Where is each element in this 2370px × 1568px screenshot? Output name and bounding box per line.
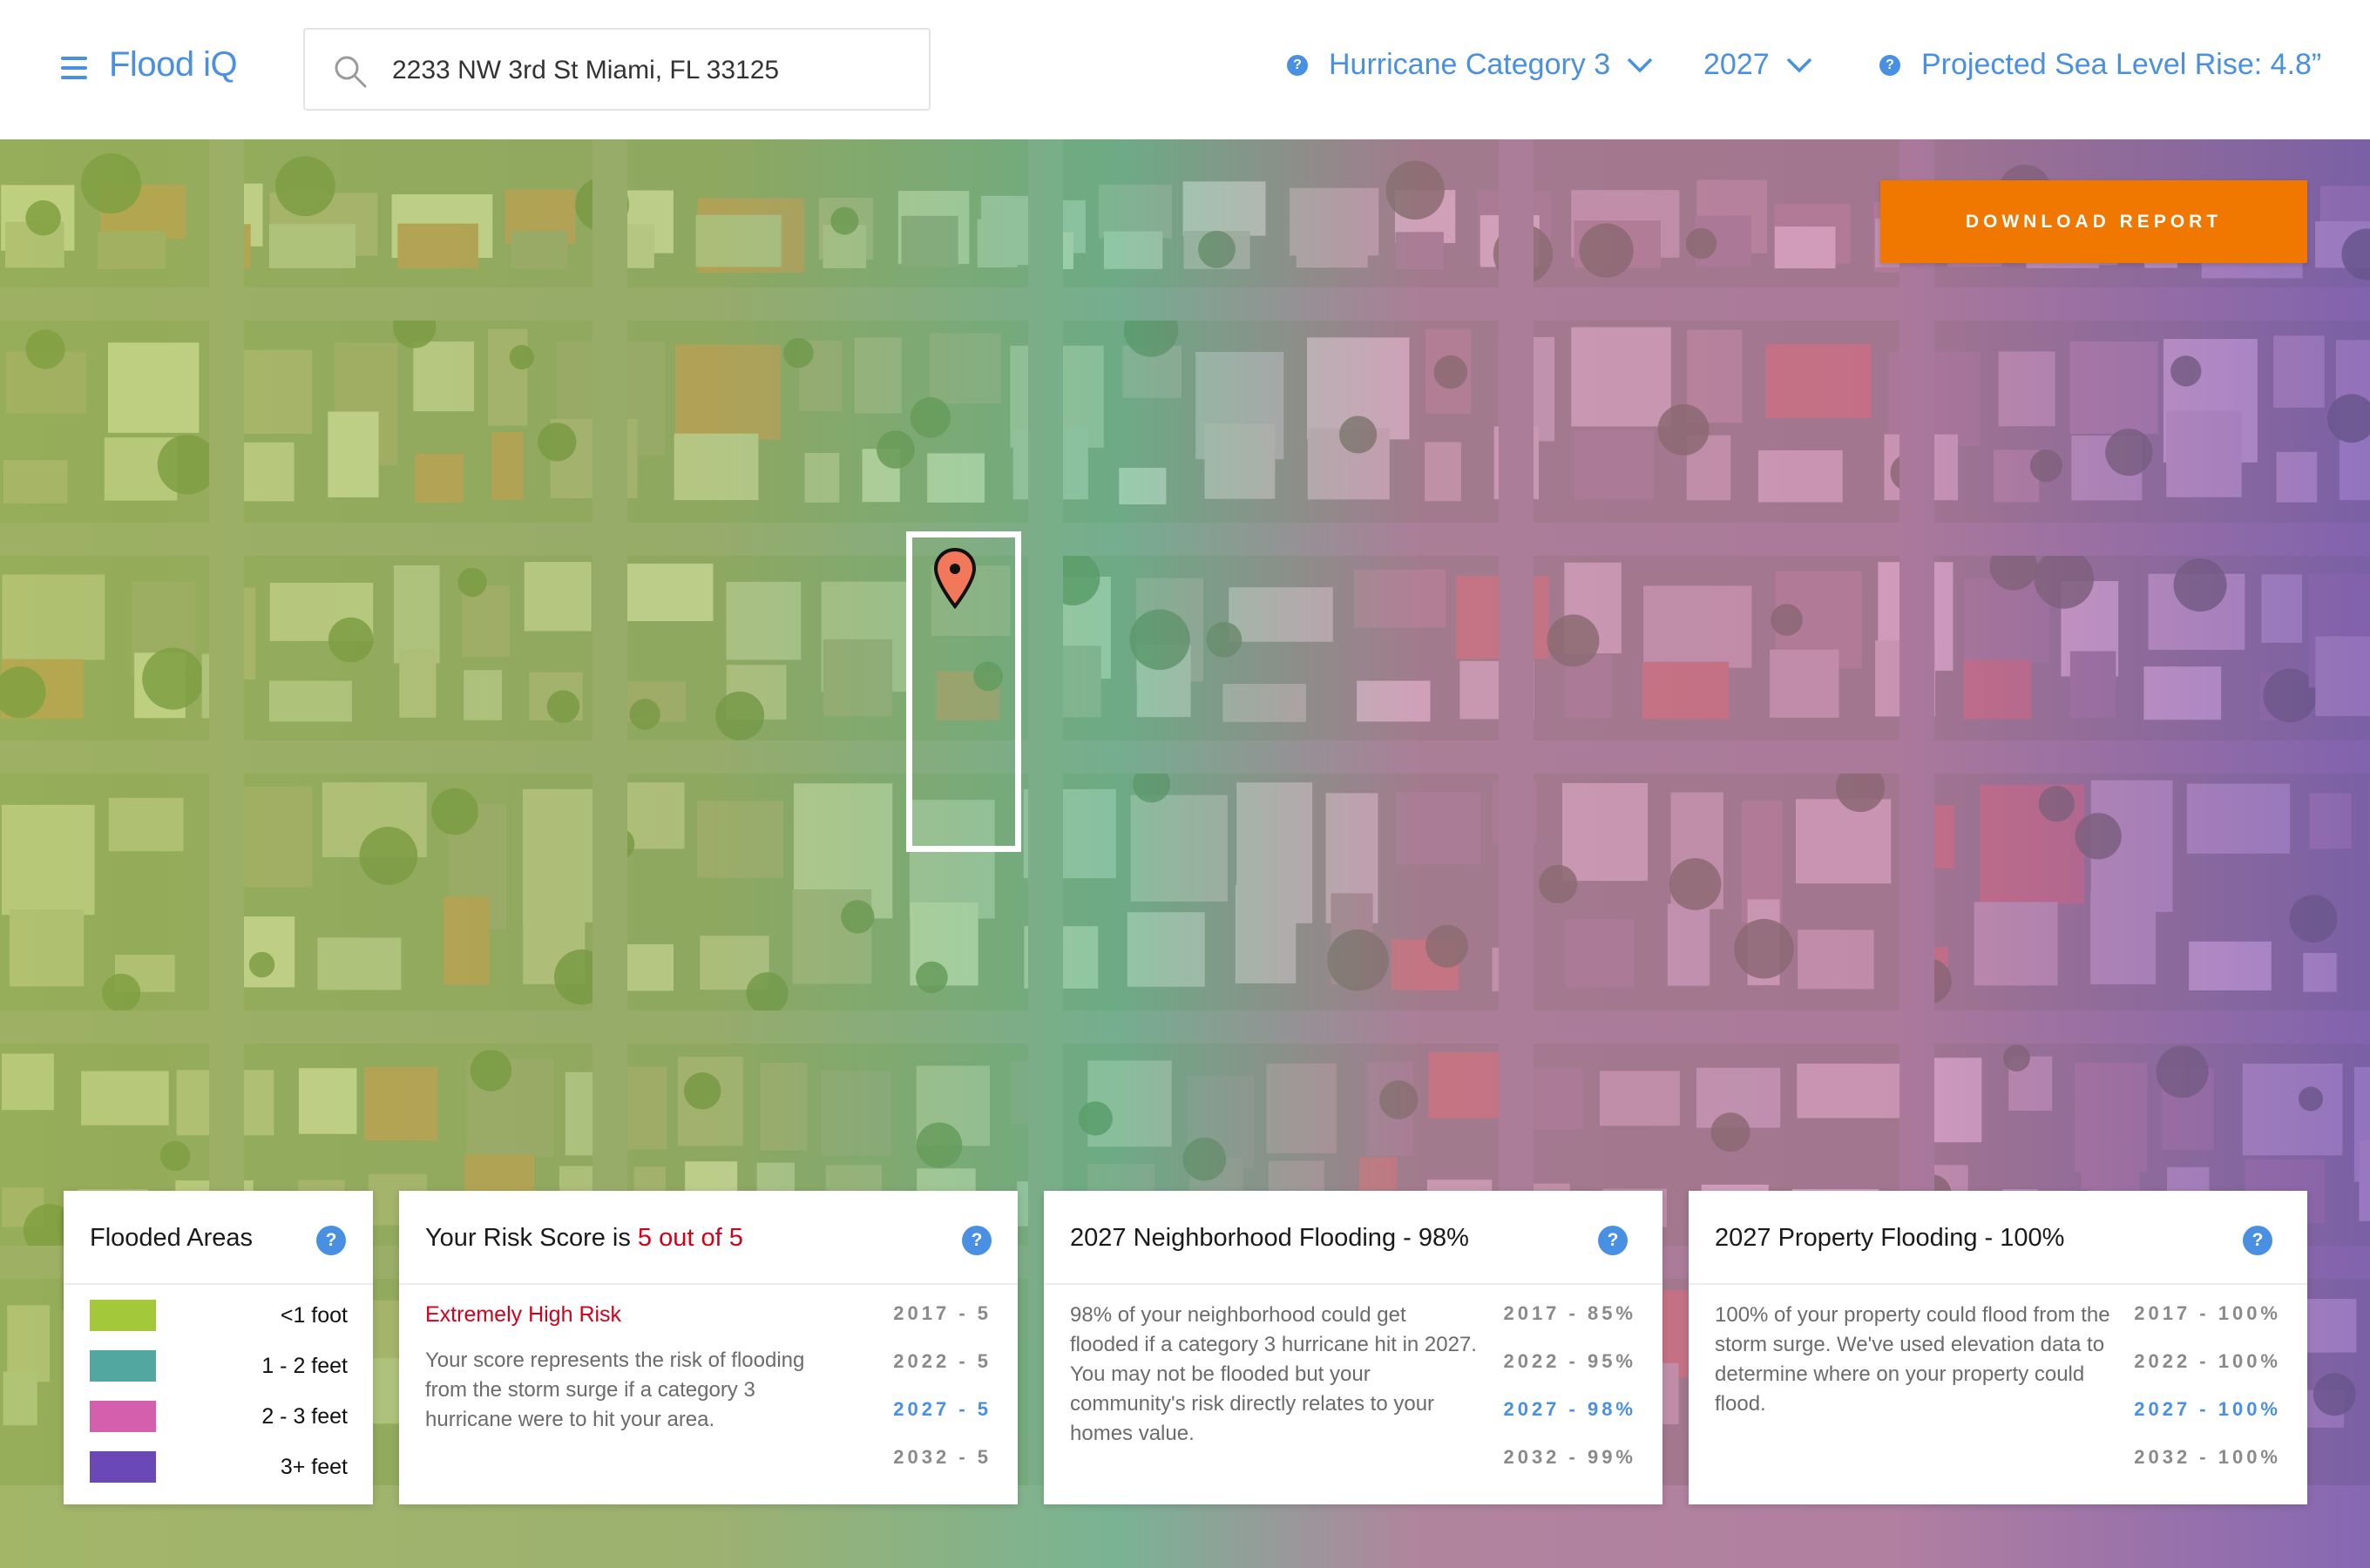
risk-year-list: 2017 - 5 2022 - 5 2027 - 5 2032 - 5 <box>893 1302 992 1494</box>
legend-item: <1 foot <box>90 1300 348 1331</box>
legend-item: 3+ feet <box>90 1451 348 1483</box>
address-search-box[interactable] <box>303 28 931 111</box>
help-icon[interactable]: ? <box>1598 1226 1628 1255</box>
legend-label: 2 - 3 feet <box>261 1404 348 1429</box>
year-score-row-active[interactable]: 2027 - 5 <box>893 1398 992 1446</box>
chevron-down-icon <box>1627 57 1653 72</box>
legend-label: 1 - 2 feet <box>261 1354 348 1378</box>
download-report-button[interactable]: DOWNLOAD REPORT <box>1880 180 2307 263</box>
top-navbar: Flood iQ ? Hurricane Category 3 2027 ? P… <box>0 0 2370 139</box>
help-icon[interactable]: ? <box>962 1226 992 1255</box>
neighborhood-title: 2027 Neighborhood Flooding - 98% <box>1070 1224 1469 1252</box>
legend-label: <1 foot <box>280 1303 348 1328</box>
property-header: 2027 Property Flooding - 100% ? <box>1689 1191 2307 1285</box>
help-icon[interactable]: ? <box>1879 54 1900 76</box>
hamburger-menu-icon[interactable] <box>61 57 87 79</box>
legend-swatch <box>90 1300 156 1331</box>
risk-score-value: 5 out of 5 <box>637 1224 743 1252</box>
legend-item: 1 - 2 feet <box>90 1350 348 1382</box>
location-pin-icon[interactable] <box>932 547 978 610</box>
sea-level-info: ? Projected Sea Level Rise: 4.8” <box>1879 48 2321 82</box>
legend-label: 3+ feet <box>280 1455 348 1479</box>
year-score-row[interactable]: 2032 - 99% <box>1503 1446 1636 1494</box>
property-flooding-card: 2027 Property Flooding - 100% ? 100% of … <box>1689 1191 2307 1504</box>
legend-header: Flooded Areas ? <box>64 1191 373 1285</box>
address-search-input[interactable] <box>392 47 897 94</box>
year-score-row[interactable]: 2032 - 5 <box>893 1446 992 1494</box>
year-score-row[interactable]: 2017 - 85% <box>1503 1302 1636 1350</box>
help-icon[interactable]: ? <box>2243 1226 2272 1255</box>
neighborhood-flooding-card: 2027 Neighborhood Flooding - 98% ? 98% o… <box>1044 1191 1662 1504</box>
property-description: 100% of your property could flood from t… <box>1715 1303 2110 1416</box>
year-score-row[interactable]: 2017 - 100% <box>2134 1302 2281 1350</box>
neighborhood-header: 2027 Neighborhood Flooding - 98% ? <box>1044 1191 1662 1285</box>
legend-title: Flooded Areas <box>90 1224 254 1252</box>
legend-swatch <box>90 1350 156 1382</box>
year-score-row-active[interactable]: 2027 - 100% <box>2134 1398 2281 1446</box>
sea-level-label: Projected Sea Level Rise: 4.8” <box>1921 48 2322 81</box>
year-score-row[interactable]: 2032 - 100% <box>2134 1446 2281 1494</box>
chevron-down-icon <box>1786 57 1811 72</box>
property-title: 2027 Property Flooding - 100% <box>1715 1224 2065 1252</box>
risk-score-description: Your score represents the risk of floodi… <box>425 1348 805 1431</box>
neighborhood-description: 98% of your neighborhood could get flood… <box>1070 1303 1477 1445</box>
legend-item: 2 - 3 feet <box>90 1401 348 1432</box>
hurricane-category-label: Hurricane Category 3 <box>1329 48 1611 81</box>
flooded-areas-legend: Flooded Areas ? <1 foot 1 - 2 feet 2 - 3… <box>64 1191 373 1504</box>
year-score-row[interactable]: 2022 - 100% <box>2134 1350 2281 1398</box>
property-year-list: 2017 - 100% 2022 - 100% 2027 - 100% 2032… <box>2134 1302 2281 1494</box>
year-score-row[interactable]: 2017 - 5 <box>893 1302 992 1350</box>
search-icon <box>335 56 367 88</box>
risk-score-title: Your Risk Score is 5 out of 5 <box>425 1224 743 1253</box>
legend-swatch <box>90 1401 156 1432</box>
risk-score-header: Your Risk Score is 5 out of 5 ? <box>399 1191 1018 1285</box>
year-label: 2027 <box>1703 48 1770 81</box>
risk-score-title-prefix: Your Risk Score is <box>425 1224 638 1252</box>
app-logo[interactable]: Flood iQ <box>109 45 238 84</box>
year-dropdown[interactable]: 2027 <box>1703 48 1813 82</box>
risk-level-label: Extremely High Risk <box>425 1302 622 1327</box>
year-score-row-active[interactable]: 2027 - 98% <box>1503 1398 1636 1446</box>
hurricane-category-dropdown[interactable]: ? Hurricane Category 3 <box>1287 48 1654 82</box>
help-icon[interactable]: ? <box>316 1226 346 1255</box>
risk-score-card: Your Risk Score is 5 out of 5 ? Extremel… <box>399 1191 1018 1504</box>
year-score-row[interactable]: 2022 - 95% <box>1503 1350 1636 1398</box>
year-score-row[interactable]: 2022 - 5 <box>893 1350 992 1398</box>
legend-swatch <box>90 1451 156 1483</box>
help-icon[interactable]: ? <box>1287 54 1308 76</box>
neighborhood-year-list: 2017 - 85% 2022 - 95% 2027 - 98% 2032 - … <box>1503 1302 1636 1494</box>
